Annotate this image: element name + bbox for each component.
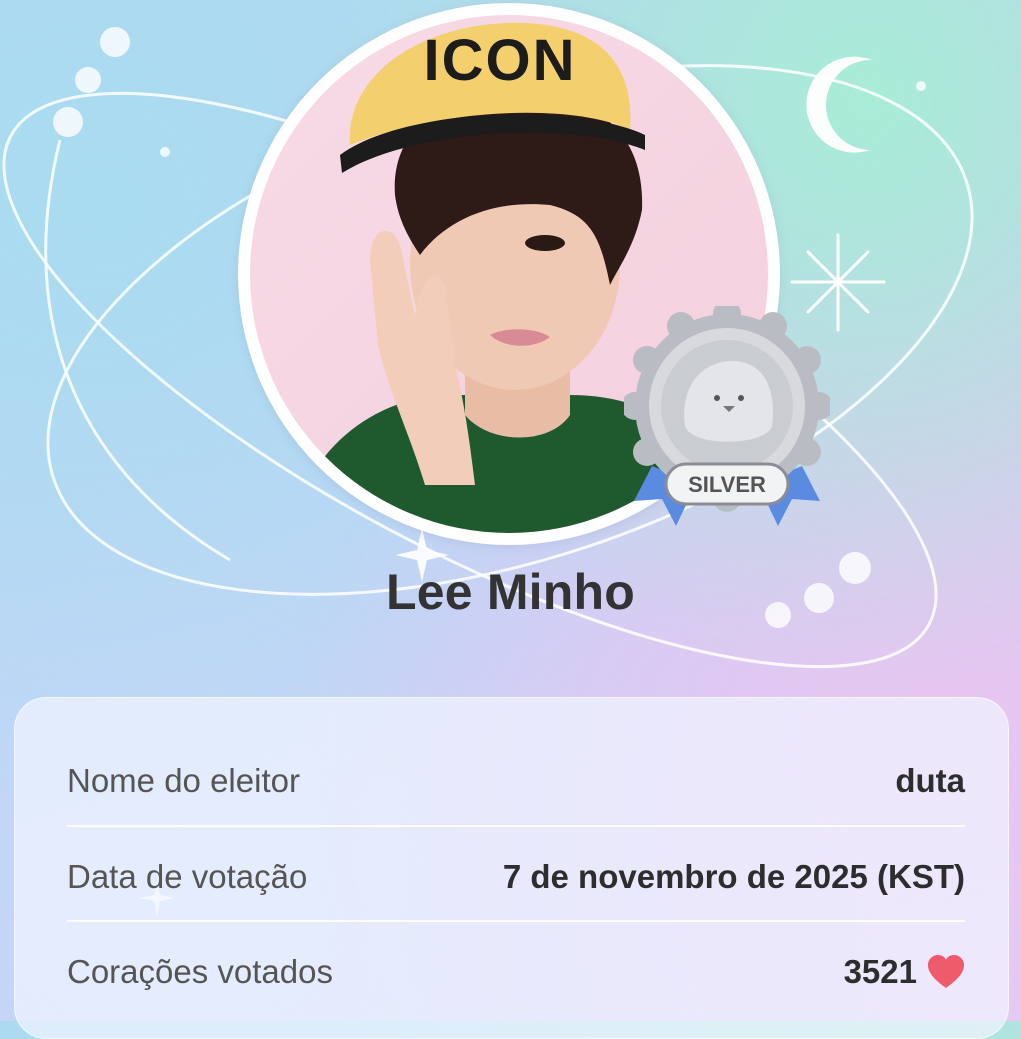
vote-details-card: Nome do eleitor duta Data de votação 7 d… <box>14 697 1009 1039</box>
detail-row-voter: Nome do eleitor duta <box>67 733 965 828</box>
heart-icon <box>928 954 964 988</box>
moon-icon <box>806 56 872 153</box>
vote-date-label: Data de votação <box>67 857 308 895</box>
hearts-value-group: 3521 <box>844 953 965 991</box>
voter-name-label: Nome do eleitor <box>67 761 300 799</box>
vote-date-value: 7 de novembro de 2025 (KST) <box>502 857 965 895</box>
detail-row-hearts: Corações votados 3521 <box>67 924 965 1019</box>
hearts-count: 3521 <box>843 952 917 990</box>
hearts-label: Corações votados <box>67 952 333 990</box>
divider <box>67 825 965 827</box>
badge-label: SILVER <box>688 472 766 497</box>
idol-name: Lee Minho <box>385 564 636 620</box>
cap-text: ICON <box>424 28 577 93</box>
divider <box>67 920 965 922</box>
detail-row-date: Data de votação 7 de novembro de 2025 (K… <box>67 829 965 924</box>
silver-badge: SILVER <box>624 306 830 526</box>
orbit-arc-left <box>44 139 231 562</box>
voter-name-value: duta <box>895 761 965 799</box>
